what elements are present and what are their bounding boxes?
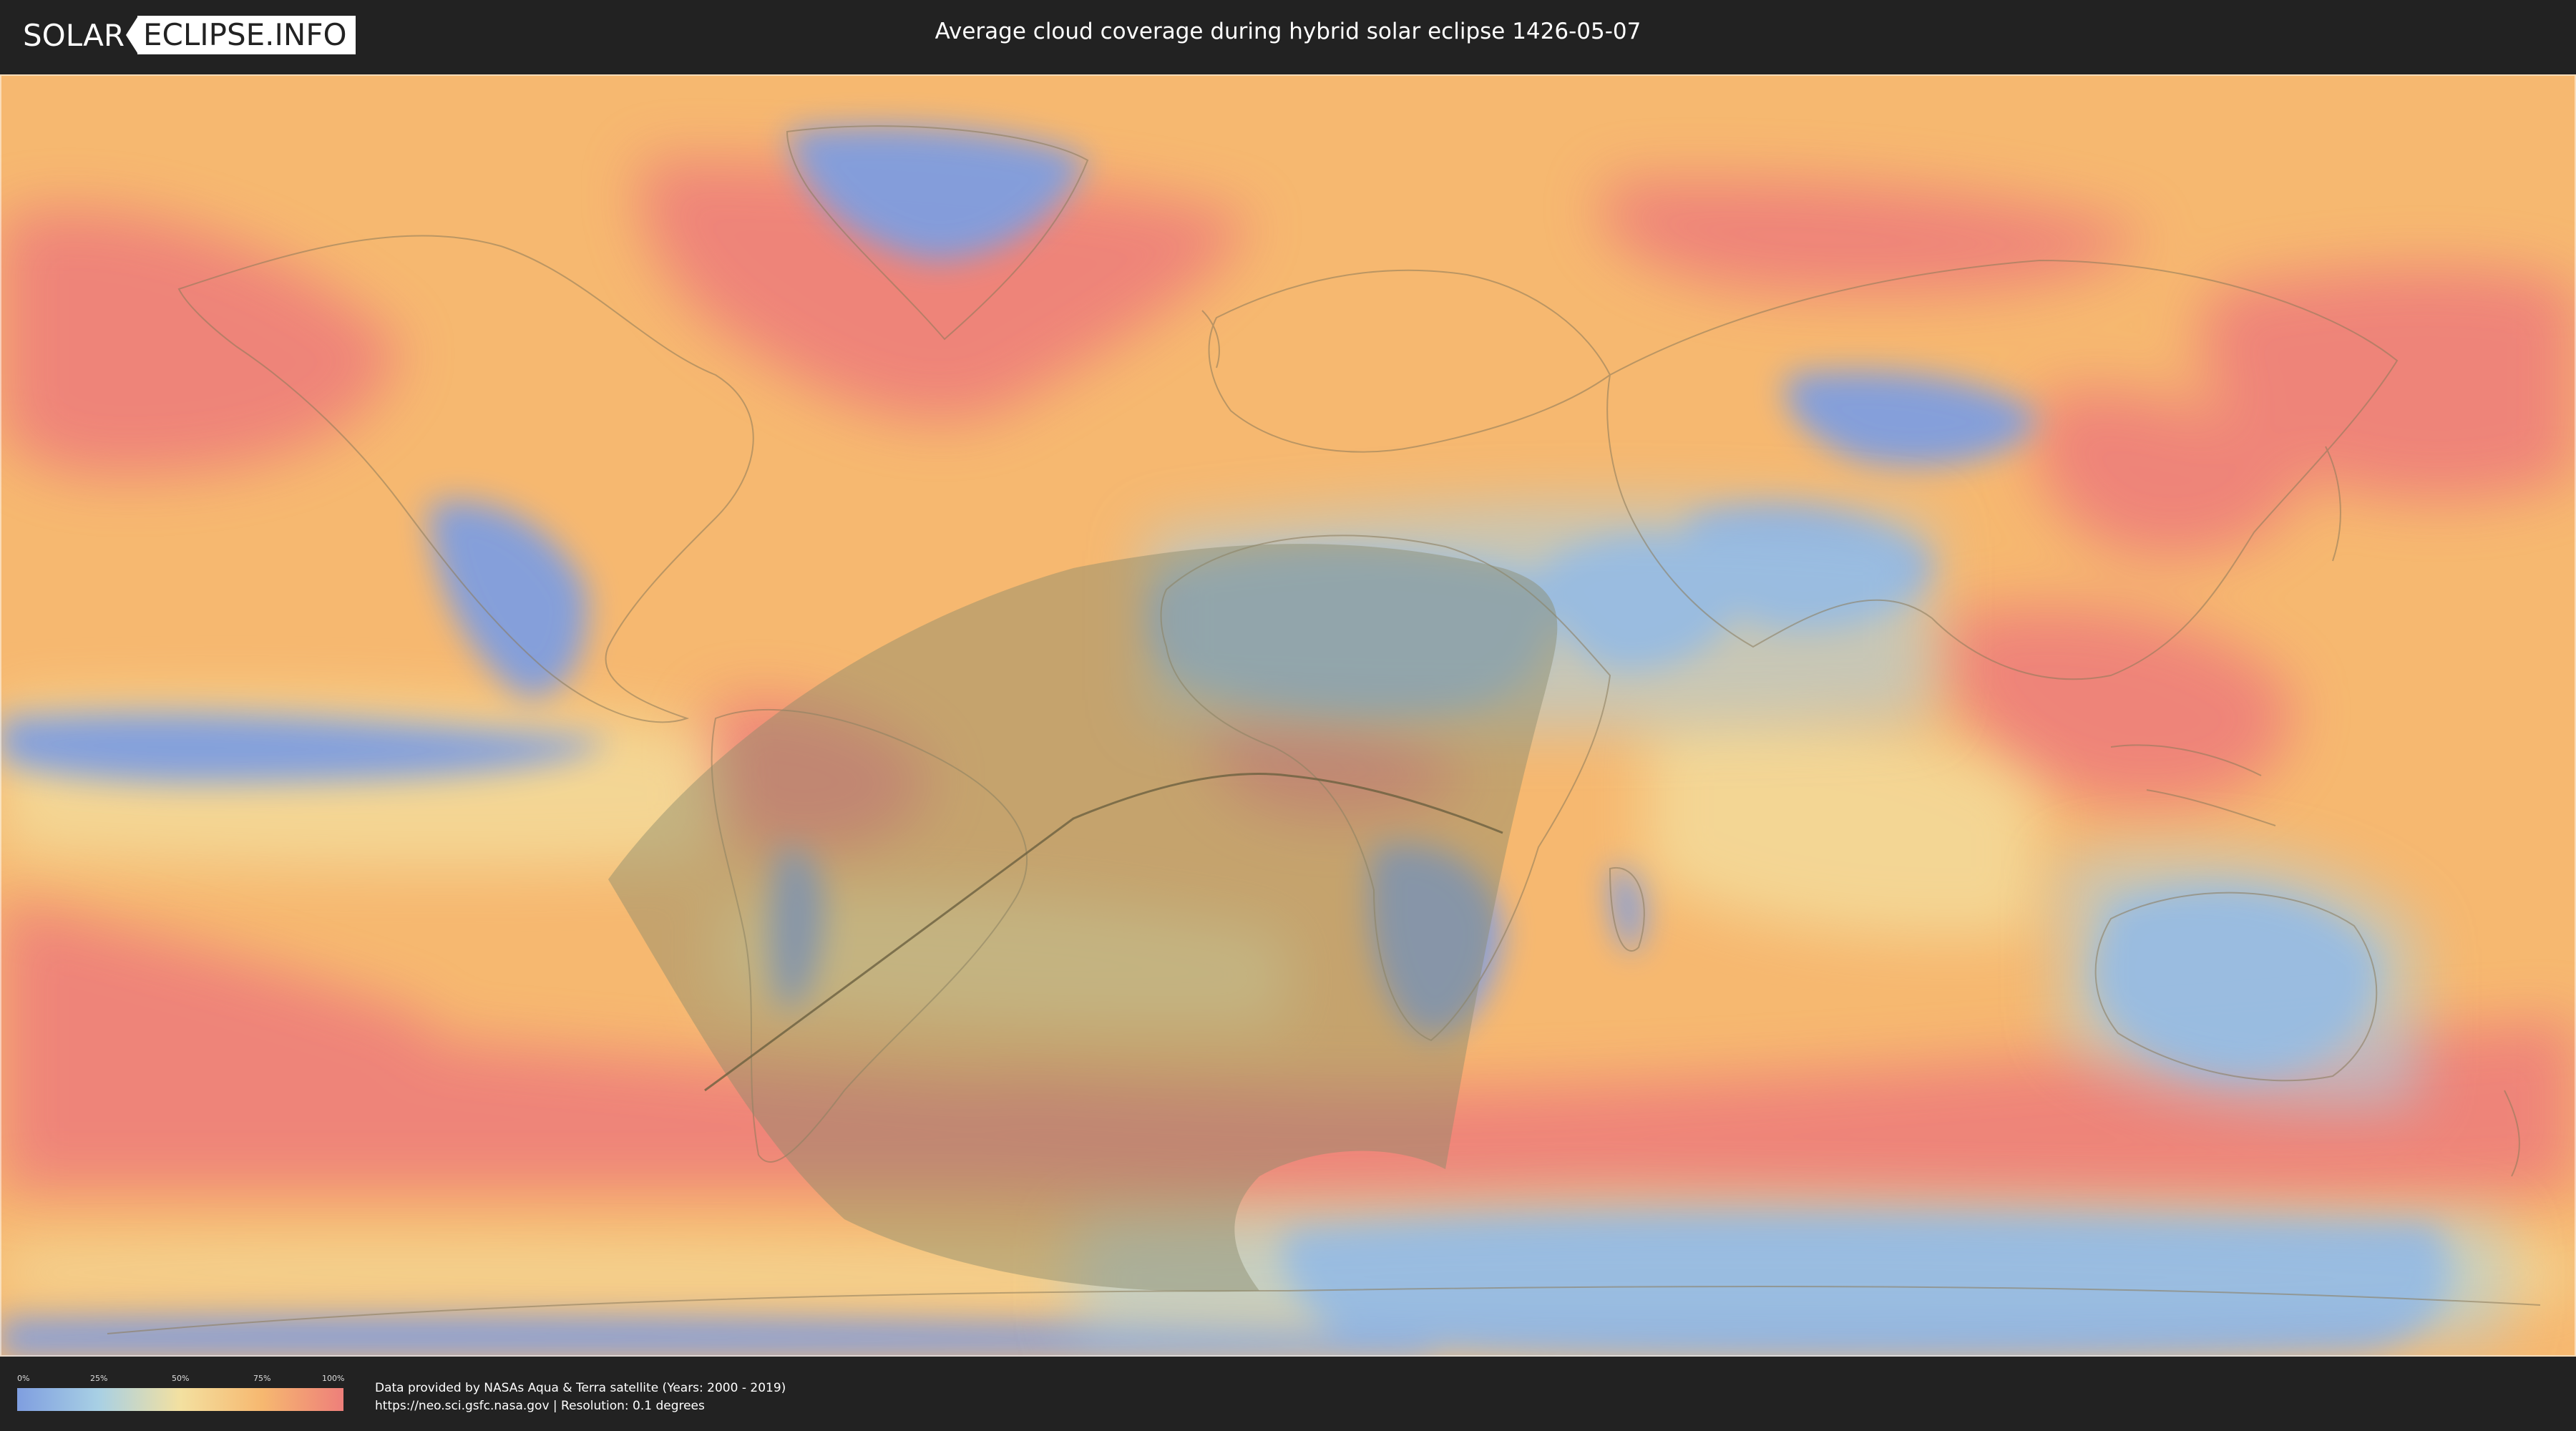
legend-tick-75: 75% — [253, 1374, 271, 1383]
data-credits: Data provided by NASAs Aqua & Terra sate… — [375, 1379, 786, 1415]
cloud-coverage-legend: 0% 25% 50% 75% 100% — [17, 1374, 345, 1411]
cloud-coverage-map — [0, 74, 2576, 1357]
legend-tick-25: 25% — [90, 1374, 108, 1383]
credits-line-1: Data provided by NASAs Aqua & Terra sate… — [375, 1381, 786, 1395]
credits-line-2: https://neo.sci.gsfc.nasa.gov | Resoluti… — [375, 1399, 705, 1413]
legend-tick-0: 0% — [17, 1374, 30, 1383]
app: SOLAR ECLIPSE.INFO Average cloud coverag… — [0, 0, 2576, 1431]
footer: 0% 25% 50% 75% 100% Data provided by NAS… — [0, 1357, 2576, 1431]
legend-ticks: 0% 25% 50% 75% 100% — [17, 1374, 345, 1384]
map-canvas — [0, 74, 2576, 1357]
legend-tick-50: 50% — [172, 1374, 190, 1383]
legend-tick-100: 100% — [322, 1374, 345, 1383]
header: SOLAR ECLIPSE.INFO Average cloud coverag… — [0, 0, 2576, 72]
legend-color-bar — [17, 1388, 343, 1411]
page-title: Average cloud coverage during hybrid sol… — [935, 19, 1641, 44]
